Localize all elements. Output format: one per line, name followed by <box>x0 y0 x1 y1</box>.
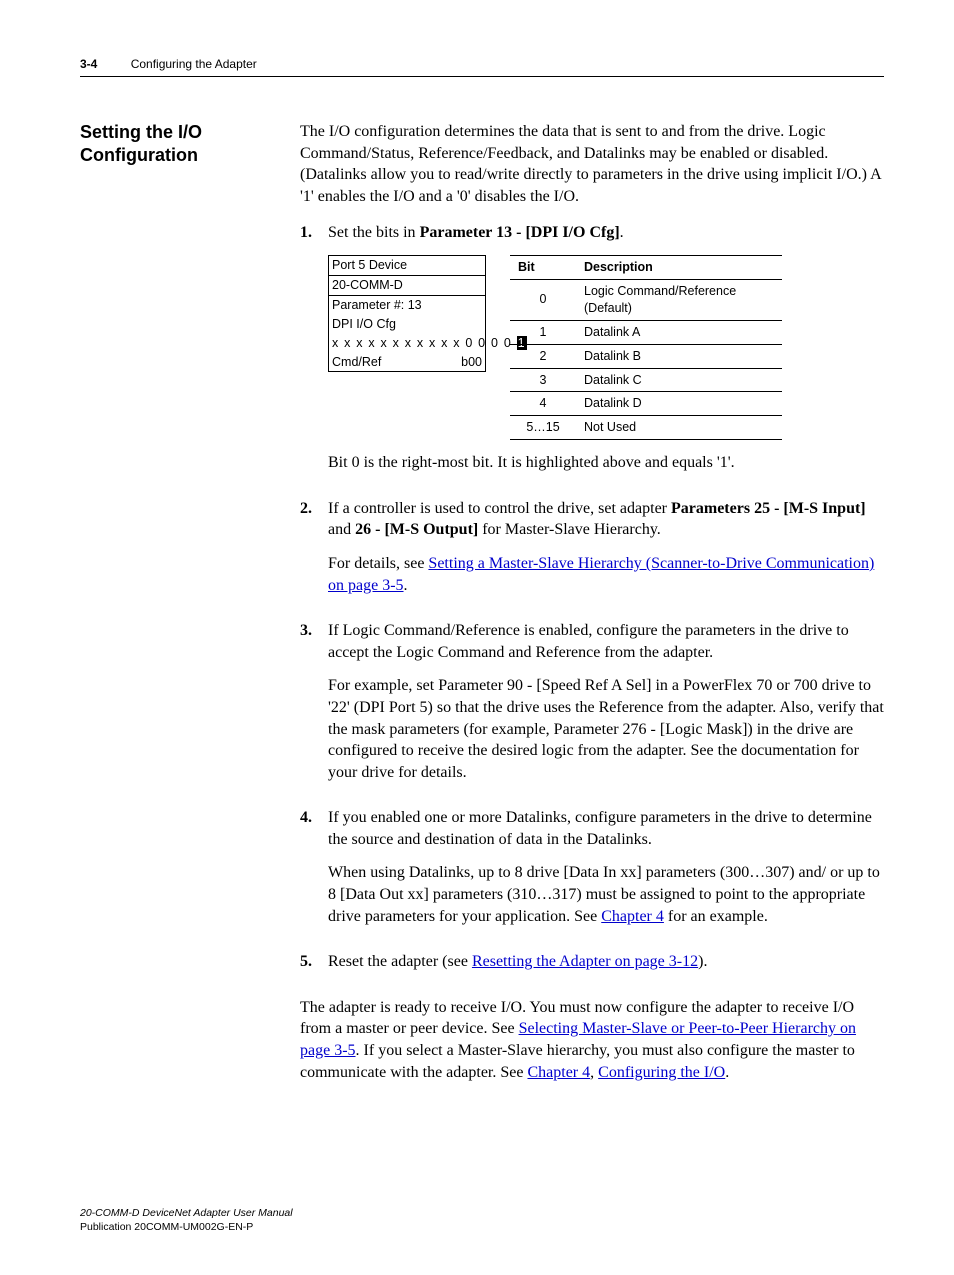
step-4-p2: When using Datalinks, up to 8 drive [Dat… <box>328 862 884 927</box>
footer-title: 20-COMM-D DeviceNet Adapter User Manual <box>80 1207 884 1221</box>
chapter-title: Configuring the Adapter <box>131 57 257 71</box>
link-configuring-io[interactable]: Configuring the I/O <box>598 1064 725 1081</box>
content-columns: Setting the I/O Configuration The I/O co… <box>80 121 884 1097</box>
step-5: 5. Reset the adapter (see Resetting the … <box>300 951 884 985</box>
step-3-p1: If Logic Command/Reference is enabled, c… <box>328 620 884 663</box>
step-3-p2: For example, set Parameter 90 - [Speed R… <box>328 675 884 783</box>
step-5-p1: Reset the adapter (see Resetting the Ada… <box>328 951 884 973</box>
step-number: 4. <box>300 807 328 939</box>
step-3: 3. If Logic Command/Reference is enabled… <box>300 620 884 795</box>
lcd-line-5: x x x x x x x x x x x 0 0 0 0 1 <box>329 334 485 353</box>
lcd-line-6: Cmd/Refb00 <box>329 353 485 372</box>
lcd-line-4: DPI I/O Cfg <box>329 315 485 334</box>
table-row: 4Datalink D <box>510 392 782 416</box>
table-row: 3Datalink C <box>510 368 782 392</box>
step-number: 1. <box>300 222 328 486</box>
lcd-display: Port 5 Device 20-COMM-D Parameter #: 13 … <box>328 255 486 372</box>
step-1-after: Bit 0 is the right-most bit. It is highl… <box>328 452 884 474</box>
page-number: 3-4 <box>80 57 97 71</box>
page-header: 3-4 Configuring the Adapter <box>80 56 884 77</box>
link-resetting-adapter[interactable]: Resetting the Adapter on page 3-12 <box>472 953 698 970</box>
step-1: 1. Set the bits in Parameter 13 - [DPI I… <box>300 222 884 486</box>
step-1-figures: Port 5 Device 20-COMM-D Parameter #: 13 … <box>328 255 884 440</box>
footer-publication: Publication 20COMM-UM002G-EN-P <box>80 1221 884 1235</box>
bit-table: Bit Description 0Logic Command/Reference… <box>510 255 782 440</box>
desc-header: Description <box>576 256 782 280</box>
page-footer: 20-COMM-D DeviceNet Adapter User Manual … <box>80 1207 884 1234</box>
table-row: 1Datalink A <box>510 320 782 344</box>
step-2-p1: If a controller is used to control the d… <box>328 498 884 541</box>
section-heading: Setting the I/O Configuration <box>80 121 250 166</box>
step-2-p2: For details, see Setting a Master-Slave … <box>328 553 884 596</box>
step-1-text: Set the bits in Parameter 13 - [DPI I/O … <box>328 222 884 244</box>
table-row: 5…15Not Used <box>510 416 782 440</box>
bit-table-header: Bit Description <box>510 256 782 280</box>
bit-header: Bit <box>510 256 576 280</box>
side-column: Setting the I/O Configuration <box>80 121 250 1097</box>
step-number: 2. <box>300 498 328 608</box>
step-number: 3. <box>300 620 328 795</box>
main-column: The I/O configuration determines the dat… <box>300 121 884 1097</box>
link-chapter-4[interactable]: Chapter 4 <box>601 908 664 925</box>
lcd-line-1: Port 5 Device <box>329 256 485 276</box>
step-number: 5. <box>300 951 328 985</box>
table-row: 2Datalink B <box>510 344 782 368</box>
lcd-line-3: Parameter #: 13 <box>329 296 485 315</box>
step-4: 4. If you enabled one or more Datalinks,… <box>300 807 884 939</box>
step-2: 2. If a controller is used to control th… <box>300 498 884 608</box>
step-4-p1: If you enabled one or more Datalinks, co… <box>328 807 884 850</box>
steps-list: 1. Set the bits in Parameter 13 - [DPI I… <box>300 222 884 985</box>
link-chapter-4-b[interactable]: Chapter 4 <box>527 1064 590 1081</box>
lcd-line-2: 20-COMM-D <box>329 276 485 296</box>
closing-paragraph: The adapter is ready to receive I/O. You… <box>300 997 884 1083</box>
intro-paragraph: The I/O configuration determines the dat… <box>300 121 884 207</box>
table-row: 0Logic Command/Reference (Default) <box>510 280 782 321</box>
